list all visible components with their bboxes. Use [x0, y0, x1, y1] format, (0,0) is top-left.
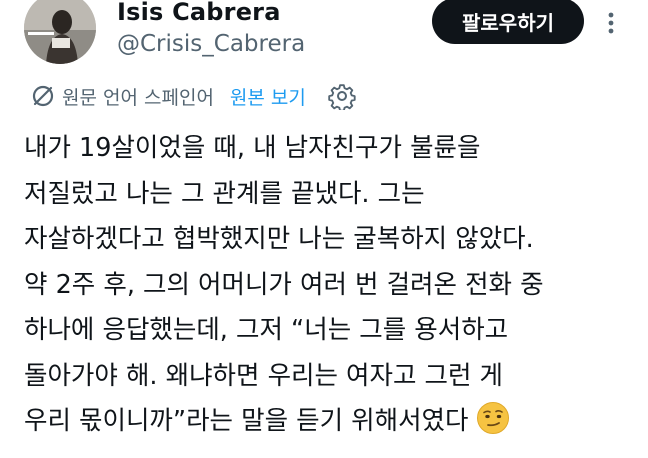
translate-icon — [30, 83, 56, 109]
translation-note: 원문 언어 스페인어 — [62, 86, 214, 109]
tweet-line: 내가 19살이었을 때, 내 남자친구가 불륜을 — [24, 133, 481, 163]
more-options-button[interactable] — [598, 10, 624, 36]
author-name[interactable]: Isis Cabrera — [117, 0, 281, 26]
more-options-icon — [608, 12, 614, 34]
author-handle[interactable]: @Crisis_Cabrera — [117, 31, 305, 57]
tweet-line: 우리 몫이니까”라는 말을 듣기 위해서였다 — [24, 406, 469, 436]
tweet-text: 내가 19살이었을 때, 내 남자친구가 불륜을 저질렀고 나는 그 관계를 끝… — [24, 126, 634, 445]
translation-bar: 원문 언어 스페인어 원본 보기 — [30, 80, 356, 112]
smirking-face-emoji — [476, 401, 510, 435]
tweet-line: 저질렀고 나는 그 관계를 끝냈다. 그는 — [24, 178, 425, 209]
show-original-link[interactable]: 원본 보기 — [230, 83, 306, 110]
follow-button[interactable]: 팔로우하기 — [432, 0, 584, 44]
tweet-line: 약 2주 후, 그의 어머니가 여러 번 걸려온 전화 중 — [24, 269, 544, 300]
tweet-line-last: 우리 몫이니까”라는 말을 듣기 위해서였다 — [24, 399, 634, 445]
tweet-line: 자살하겠다고 협박했지만 나는 굴복하지 않았다. — [24, 224, 534, 254]
gear-icon[interactable] — [328, 82, 356, 110]
avatar-photo — [24, 0, 96, 64]
tweet-line: 하나에 응답했는데, 그저 “너는 그를 용서하고 — [24, 315, 509, 345]
avatar[interactable] — [24, 0, 96, 64]
tweet-line: 돌아가야 해. 왜냐하면 우리는 여자고 그런 게 — [24, 360, 504, 391]
